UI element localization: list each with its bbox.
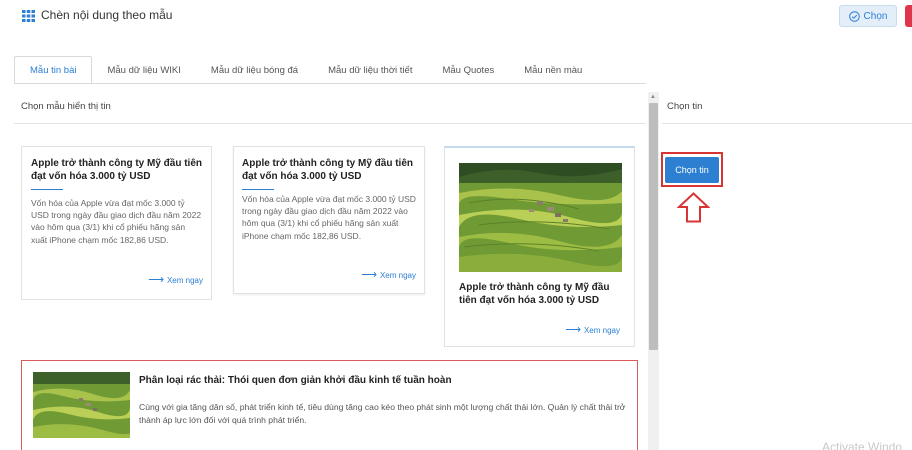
xem-ngay-link[interactable]: ⟶ Xem ngay: [148, 274, 203, 286]
right-panel-title: Chọn tin: [667, 101, 703, 112]
xem-ngay-link[interactable]: ⟶ Xem ngay: [361, 269, 416, 281]
feature-description: Cùng với gia tăng dân số, phát triển kin…: [139, 402, 626, 425]
tab-mau-quotes[interactable]: Mẫu Quotes: [427, 56, 509, 84]
top-bar: Chèn nội dung theo mẫu Chọn: [0, 0, 912, 34]
tab-mau-thoi-tiet[interactable]: Mẫu dữ liệu thời tiết: [313, 56, 427, 84]
chon-tin-button[interactable]: Chọn tin: [665, 157, 719, 183]
cancel-button-edge[interactable]: [905, 5, 912, 27]
card-underline: [242, 189, 274, 190]
card-body: Vốn hóa của Apple vừa đạt mốc 3.000 tỷ U…: [31, 198, 202, 245]
card-title: Apple trở thành công ty Mỹ đầu tiên đạt …: [242, 158, 414, 182]
card-underline: [31, 189, 63, 190]
tab-mau-bong-da[interactable]: Mẫu dữ liệu bóng đá: [196, 56, 313, 84]
right-panel-divider: [662, 123, 912, 124]
feature-news-item[interactable]: Phân loại rác thải: Thói quen đơn giản k…: [21, 360, 638, 450]
card-title: Apple trở thành công ty Mỹ đầu tiên đạt …: [31, 158, 203, 182]
arrow-up-icon: [677, 192, 710, 223]
template-card-1[interactable]: Apple trở thành công ty Mỹ đầu tiên đạt …: [21, 146, 212, 300]
feature-title: Phân loại rác thải: Thói quen đơn giản k…: [139, 375, 452, 386]
arrow-right-icon: ⟶: [148, 274, 164, 286]
feature-image: [33, 372, 130, 438]
arrow-right-icon: ⟶: [565, 324, 581, 336]
scroll-up-icon[interactable]: ▲: [650, 94, 656, 100]
xem-ngay-label: Xem ngay: [583, 325, 620, 335]
activation-watermark: Activate Windo: [822, 440, 903, 450]
xem-ngay-link[interactable]: ⟶ Xem ngay: [565, 324, 620, 336]
template-card-3[interactable]: Apple trở thành công ty Mỹ đầu tiên đạt …: [444, 146, 635, 347]
scrollbar-thumb[interactable]: [649, 103, 658, 350]
card-title: Apple trở thành công ty Mỹ đầu tiên đạt …: [459, 282, 610, 306]
page-title: Chèn nội dung theo mẫu: [41, 8, 173, 22]
left-panel-divider: [14, 123, 646, 124]
xem-ngay-label: Xem ngay: [166, 275, 203, 285]
card-body: Vốn hóa của Apple vừa đạt mốc 3.000 tỷ U…: [242, 194, 416, 241]
grid-icon: [22, 10, 35, 22]
card-image: [459, 163, 622, 272]
xem-ngay-label: Xem ngay: [379, 270, 416, 280]
tab-divider: [14, 83, 646, 84]
arrow-right-icon: ⟶: [361, 269, 377, 281]
tab-mau-nen-mau[interactable]: Mẫu nền màu: [509, 56, 597, 84]
tab-bar: Mẫu tin bài Mẫu dữ liệu WIKI Mẫu dữ liệu…: [14, 56, 597, 84]
chon-button[interactable]: Chọn: [839, 5, 897, 27]
template-card-2[interactable]: Apple trở thành công ty Mỹ đầu tiên đạt …: [233, 146, 425, 294]
tab-mau-tin-bai[interactable]: Mẫu tin bài: [14, 56, 93, 84]
chon-button-label: Chọn: [863, 10, 888, 22]
left-panel-title: Chọn mẫu hiển thị tin: [21, 101, 111, 112]
check-circle-icon: [848, 10, 860, 22]
tab-mau-wiki[interactable]: Mẫu dữ liệu WIKI: [92, 56, 195, 84]
